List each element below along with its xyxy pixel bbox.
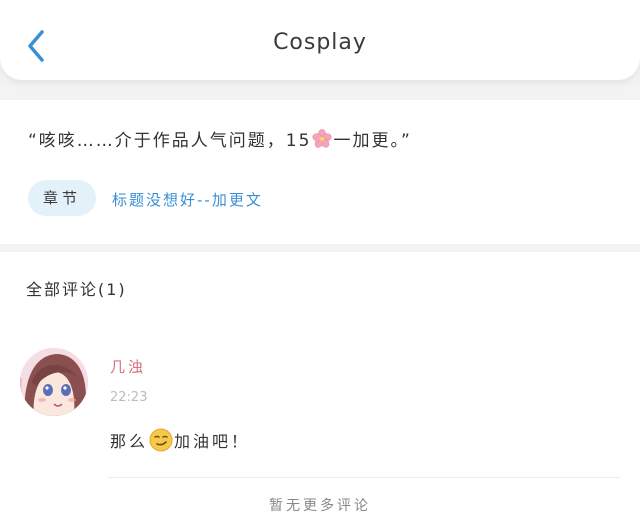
comment-text: 那么 加油吧！ (110, 428, 250, 452)
page-title: Cosplay (273, 30, 367, 55)
comment-username[interactable]: 几浊 (110, 356, 146, 377)
anime-avatar (20, 348, 88, 416)
comment-text-end: 加油吧！ (174, 432, 251, 451)
comment-text-start: 那么 (110, 432, 149, 451)
avatar[interactable] (20, 348, 88, 416)
smirk-emoji (149, 428, 173, 452)
comments-header: 全部评论(1) (26, 280, 127, 299)
chapter-title-link[interactable]: 标题没想好--加更文 (112, 189, 263, 210)
quote-text-end: 一加更。” (333, 131, 412, 151)
comment-time: 22:23 (110, 390, 148, 405)
chapter-card: “咳咳……介于作品人气问题，15 一加更。” 章节 标题没想好--加更文 (0, 100, 640, 244)
no-more-comments: 暂无更多评论 (269, 498, 371, 514)
sakura-flower-icon (312, 129, 333, 148)
top-bar: Cosplay (0, 0, 640, 80)
divider (108, 477, 620, 478)
quote-text-start: “咳咳……介于作品人气问题，15 (28, 131, 312, 151)
comments-section: 全部评论(1) 几浊 22:23 那么 加油吧！ 暂无更多评论 (0, 252, 640, 528)
chapter-tag[interactable]: 章节 (28, 180, 96, 216)
chapter-quote: “咳咳……介于作品人气问题，15 一加更。” (28, 126, 412, 151)
